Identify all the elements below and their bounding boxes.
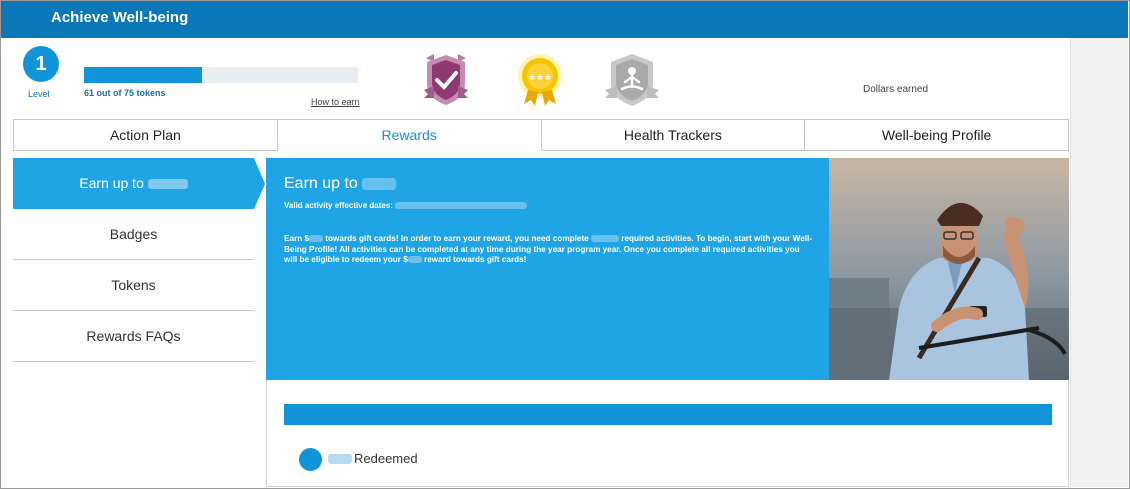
redeemed-legend-dot (299, 448, 322, 471)
redacted-amount (362, 177, 397, 190)
man-with-phone-photo (829, 158, 1069, 380)
rewards-hero: Earn up to Valid activity effective date… (266, 158, 829, 380)
rewards-sidebar: Earn up to Badges Tokens Rewards FAQs (13, 158, 265, 362)
redacted-amount (328, 454, 352, 464)
hero-description: Earn $ towards gift cards! In order to e… (284, 234, 814, 266)
sidebar-item-label: Rewards FAQs (86, 328, 181, 344)
redeemed-label: Redeemed (354, 451, 418, 466)
token-count: 61 out of 75 tokens (84, 88, 166, 98)
hero-heading-text: Earn up to (284, 175, 358, 192)
three-star-medal-badge-icon[interactable]: ★★★ (514, 52, 566, 113)
tab-bar: Action Plan Rewards Health Trackers Well… (13, 119, 1069, 151)
redacted-amount (407, 256, 422, 264)
hero-heading: Earn up to (284, 175, 397, 193)
tab-rewards[interactable]: Rewards (277, 119, 542, 151)
header-bar: Achieve Well-being (1, 1, 1128, 38)
dollars-earned-label: Dollars earned (863, 84, 929, 95)
tab-well-being-profile[interactable]: Well-being Profile (805, 119, 1069, 151)
redacted-amount (309, 235, 324, 243)
token-progress-fill (84, 67, 203, 83)
how-to-earn-link[interactable]: How to earn (311, 97, 360, 107)
redacted-count (591, 235, 619, 243)
level-label: Level (28, 89, 50, 99)
redemption-progress-bar (284, 404, 1052, 425)
sidebar-item-badges[interactable]: Badges (13, 209, 254, 260)
tab-action-plan[interactable]: Action Plan (13, 119, 278, 151)
sidebar-item-label: Badges (109, 226, 158, 242)
hero-body-text: reward towards gift cards! (421, 255, 527, 264)
sidebar-item-rewards-faqs[interactable]: Rewards FAQs (13, 311, 254, 362)
checkmark-shield-badge-icon[interactable] (420, 52, 472, 113)
redacted-amount (147, 179, 188, 190)
redacted-dates (395, 202, 528, 210)
svg-text:★★★: ★★★ (528, 73, 552, 83)
hero-body-text: Earn $ (284, 234, 310, 243)
sidebar-item-label: Earn up to (79, 175, 144, 191)
level-badge: 1 (23, 46, 59, 82)
page-title: Achieve Well-being (51, 9, 189, 26)
sidebar-item-label: Tokens (111, 277, 156, 293)
token-progress-bar (84, 67, 358, 83)
tab-health-trackers[interactable]: Health Trackers (541, 119, 806, 151)
meditation-shield-badge-icon[interactable] (603, 52, 661, 113)
sidebar-item-tokens[interactable]: Tokens (13, 260, 254, 311)
hero-dates: Valid activity effective dates: (284, 201, 528, 210)
right-gutter (1070, 38, 1128, 487)
sidebar-item-earn-up-to[interactable]: Earn up to (13, 158, 265, 209)
dates-label: Valid activity effective dates: (284, 201, 393, 210)
redemption-panel: Redeemed (266, 380, 1069, 487)
hero-body-text: towards gift cards! In order to earn you… (323, 234, 591, 243)
